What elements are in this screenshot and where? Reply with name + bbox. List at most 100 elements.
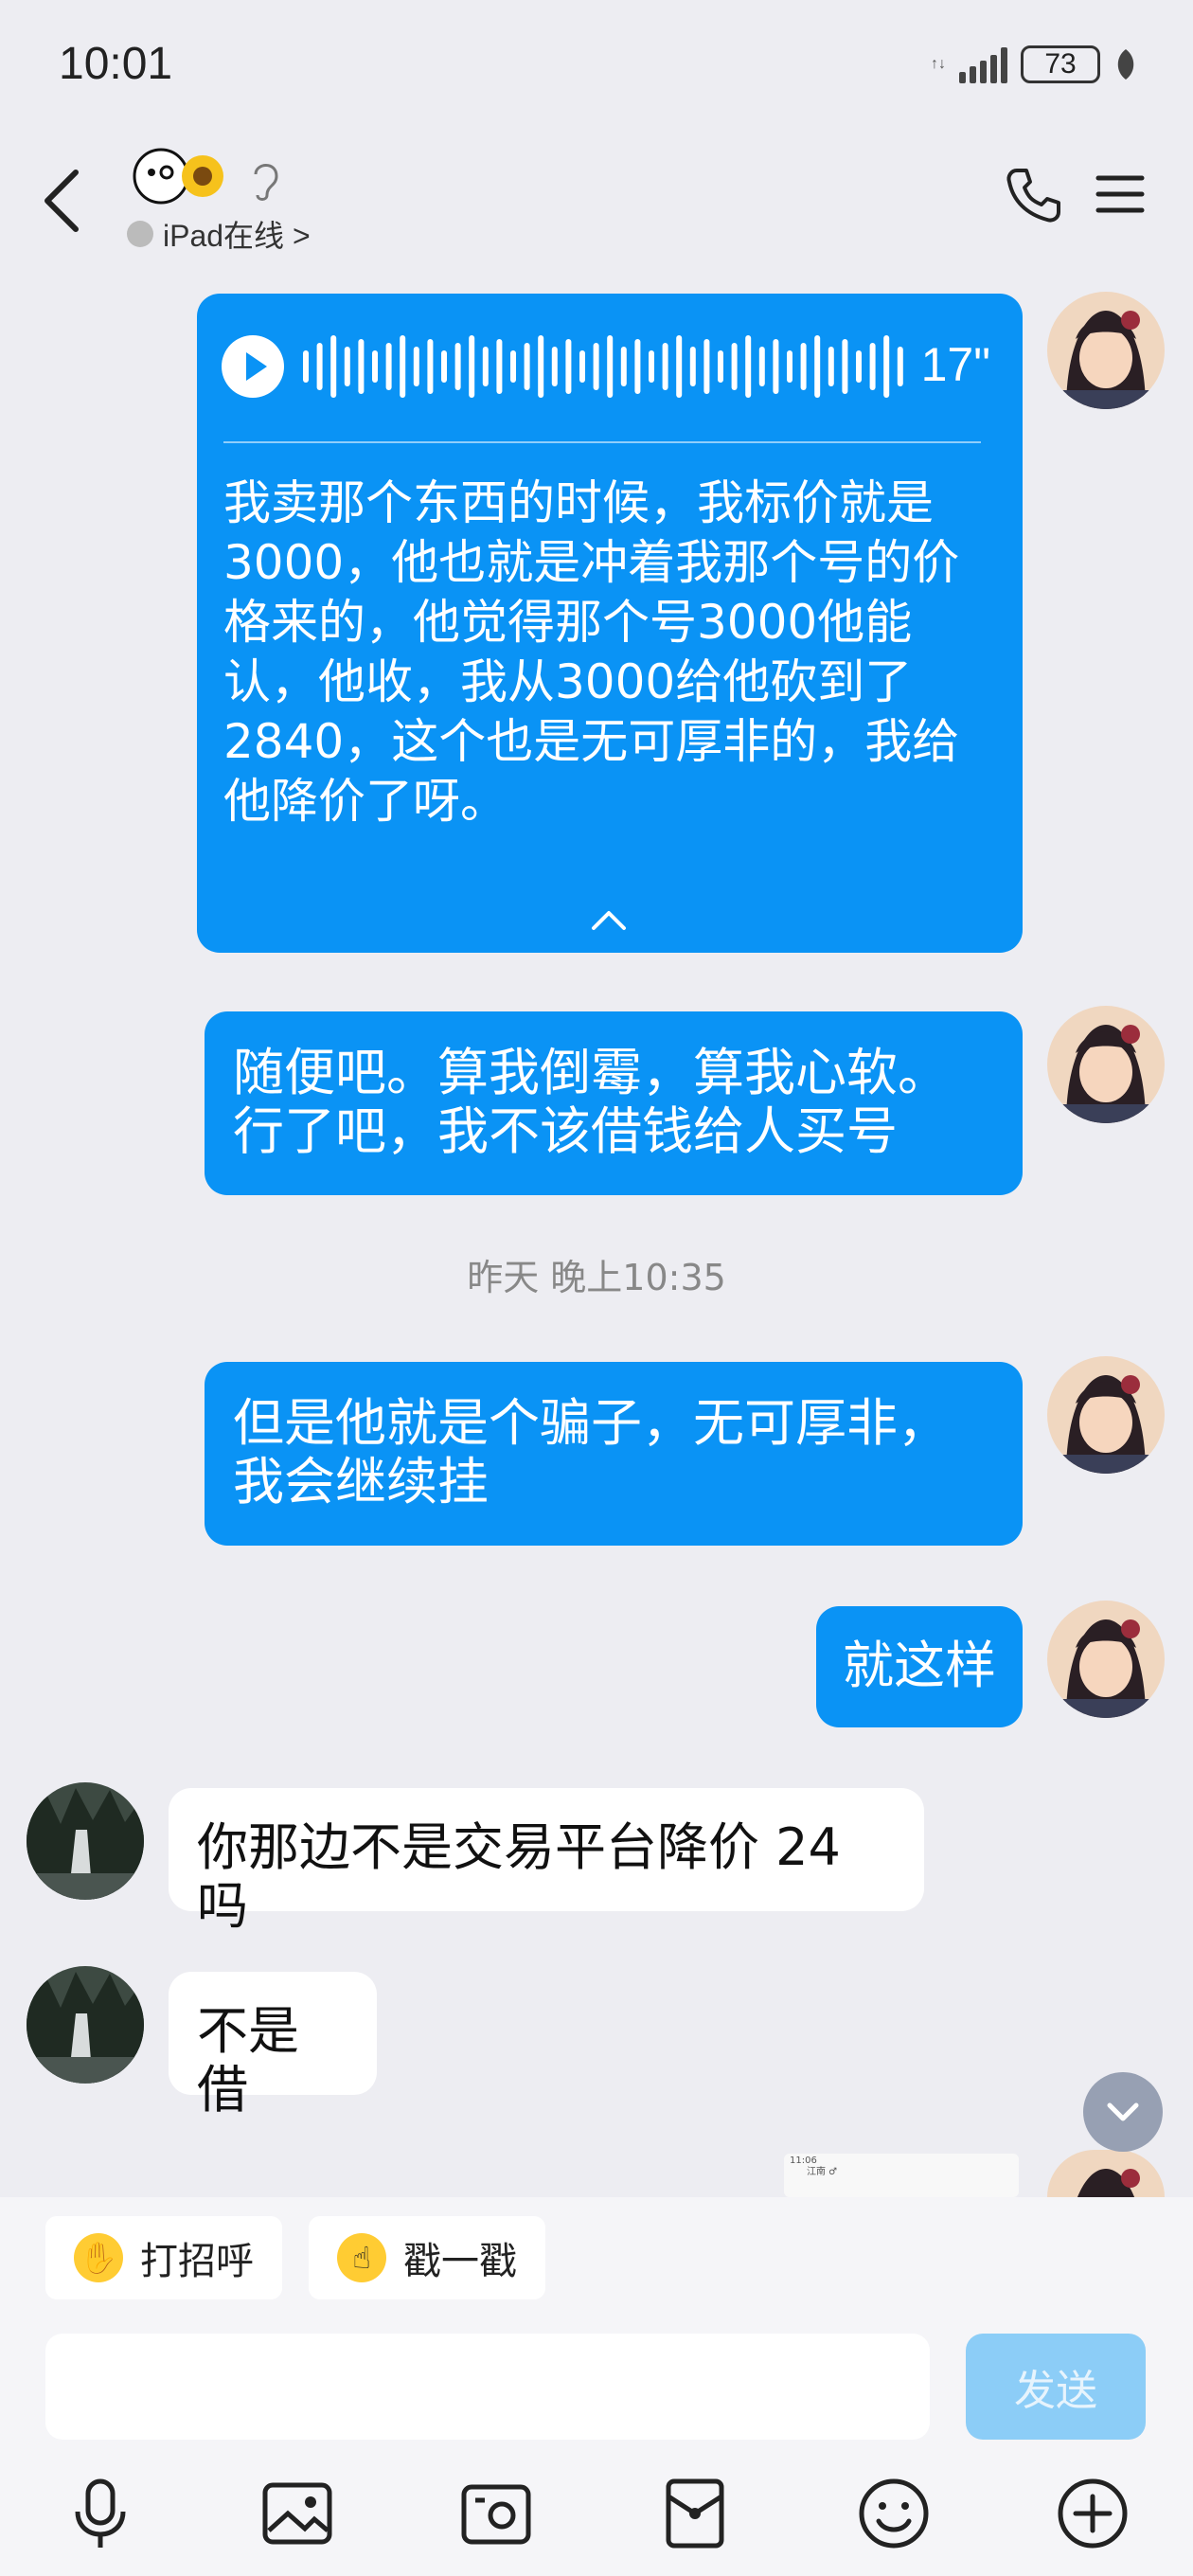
waveform-bar <box>620 347 627 386</box>
waveform-bar <box>745 335 752 398</box>
waveform-bar <box>496 339 503 394</box>
greet-label: 打招呼 <box>140 2240 254 2283</box>
waveform-bar <box>814 335 821 398</box>
my-avatar-image <box>1047 1356 1165 1474</box>
camera-icon[interactable] <box>458 2476 534 2551</box>
avatar[interactable] <box>1047 2150 1165 2197</box>
photo-icon[interactable] <box>259 2476 335 2551</box>
message-text: 你那边不是交易平台降价 24 吗 <box>197 1817 841 1936</box>
waveform-bar <box>565 339 572 394</box>
poke-label: 戳一戳 <box>403 2240 517 2283</box>
greet-chip[interactable]: ✋ 打招呼 <box>45 2216 282 2299</box>
waveform-bar <box>510 350 516 383</box>
clock-icon <box>127 221 153 247</box>
wave-emoji-icon: ✋ <box>74 2233 123 2282</box>
thumbnail-title: 江南 ♂ <box>807 2167 838 2177</box>
waveform-bar <box>897 347 903 386</box>
waveform-bar <box>718 350 723 383</box>
waveform-bar <box>358 339 365 394</box>
message-bubble-outgoing[interactable]: 就这样 <box>816 1606 1023 1727</box>
waveform-bar <box>551 347 558 386</box>
waveform-bar <box>316 343 323 390</box>
battery-icon: 73 <box>1021 45 1100 83</box>
play-icon <box>246 352 267 381</box>
waveform-bar <box>469 335 475 398</box>
waveform-bar <box>579 350 585 383</box>
avatar[interactable] <box>1047 292 1165 409</box>
message-bubble-outgoing[interactable]: 随便吧。算我倒霉，算我心软。行了吧，我不该借钱给人买号 <box>205 1011 1023 1195</box>
status-time: 10:01 <box>59 39 173 89</box>
poke-emoji-icon: ☝ <box>337 2233 386 2282</box>
waveform-bar <box>649 350 654 383</box>
waveform-bar <box>842 339 848 394</box>
message-bubble-incoming[interactable]: 不是借 <box>169 1972 377 2120</box>
menu-icon[interactable] <box>1095 170 1146 218</box>
my-avatar-image <box>1047 1006 1165 1123</box>
phone-icon[interactable] <box>1004 165 1064 225</box>
status-indicators: ↑↓ 73 <box>931 45 1138 83</box>
waveform-bar <box>482 347 489 386</box>
waveform-bar <box>427 339 434 394</box>
my-avatar-image <box>1047 292 1165 409</box>
message-bubble-outgoing[interactable]: 但是他就是个骗子，无可厚非，我会继续挂 <box>205 1362 1023 1546</box>
waveform-bar <box>524 343 530 390</box>
online-status-text: iPad在线 > <box>163 219 311 253</box>
waveform-bar <box>634 339 641 394</box>
voice-transcript: 我卖那个东西的时候，我标价就是3000，他也就是冲着我那个号的价格来的，他觉得那… <box>223 475 960 829</box>
message-text: 就这样 <box>843 1636 996 1695</box>
voice-divider <box>223 441 981 443</box>
message-text: 但是他就是个骗子，无可厚非，我会继续挂 <box>233 1393 949 1512</box>
leaf-icon <box>1117 49 1134 80</box>
contact-avatar[interactable] <box>27 1966 144 2084</box>
network-speed-icon: ↑↓ <box>931 56 946 72</box>
waveform-bar <box>662 343 668 390</box>
message-input[interactable] <box>45 2334 930 2440</box>
waveform-bar <box>413 347 419 386</box>
waveform-bar <box>689 347 696 386</box>
message-bubble-incoming[interactable]: 你那边不是交易平台降价 24 吗 <box>169 1788 924 1936</box>
scroll-to-bottom-button[interactable] <box>1083 2072 1163 2152</box>
ear-icon[interactable] <box>246 157 284 203</box>
poke-chip[interactable]: ☝ 戳一戳 <box>309 2216 545 2299</box>
waveform-bar <box>758 347 765 386</box>
avatar[interactable] <box>1047 1356 1165 1474</box>
contact-avatar-image <box>27 1782 144 1900</box>
my-avatar-image <box>1047 2150 1165 2197</box>
waveform-bar <box>787 350 792 383</box>
message-text: 不是借 <box>197 2001 299 2120</box>
contact-avatar[interactable] <box>27 1782 144 1900</box>
waveform-bar <box>303 350 309 383</box>
emoji-icon[interactable] <box>856 2476 932 2551</box>
waveform-bar <box>773 339 779 394</box>
waveform-bar <box>593 343 599 390</box>
message-timestamp: 昨天 晚上10:35 <box>467 1257 726 1298</box>
image-message-thumbnail[interactable]: 11:06 江南 ♂ <box>784 2154 1019 2197</box>
contact-name-emoji[interactable] <box>123 142 227 208</box>
waveform-bar <box>441 350 447 383</box>
waveform-bar <box>372 350 378 383</box>
avatar[interactable] <box>1047 1006 1165 1123</box>
waveform-bar <box>800 343 807 390</box>
waveform-bar <box>869 343 876 390</box>
send-button[interactable]: 发送 <box>966 2334 1146 2440</box>
waveform-bar <box>385 343 392 390</box>
play-button[interactable] <box>222 335 284 398</box>
plus-icon[interactable] <box>1055 2476 1131 2551</box>
avatar[interactable] <box>1047 1601 1165 1718</box>
online-status[interactable]: iPad在线 > <box>127 212 311 256</box>
waveform-bar <box>454 343 461 390</box>
contact-avatar-image <box>27 1966 144 2084</box>
waveform-bar <box>703 339 710 394</box>
microphone-icon[interactable] <box>62 2476 138 2551</box>
chevron-up-icon[interactable] <box>580 900 637 938</box>
message-text: 随便吧。算我倒霉，算我心软。行了吧，我不该借钱给人买号 <box>233 1043 949 1161</box>
battery-level: 73 <box>1044 48 1077 80</box>
waveform-bar <box>676 335 683 398</box>
waveform-bar <box>607 335 614 398</box>
voice-message-bubble[interactable]: 17" 我卖那个东西的时候，我标价就是3000，他也就是冲着我那个号的价格来的，… <box>197 294 1023 953</box>
waveform-bar <box>731 343 738 390</box>
back-icon[interactable] <box>36 163 93 239</box>
chevron-down-icon <box>1107 2102 1139 2121</box>
red-packet-icon[interactable] <box>657 2476 733 2551</box>
waveform-bar <box>538 335 544 398</box>
